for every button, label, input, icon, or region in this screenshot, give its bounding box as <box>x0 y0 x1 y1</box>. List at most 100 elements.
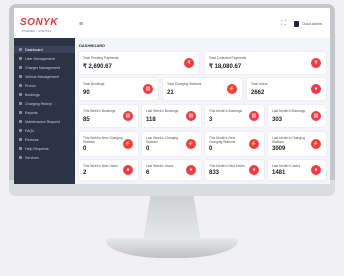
sidebar-item-label: Bookings <box>25 92 40 97</box>
charging-station-icon: ⚡ <box>123 139 133 149</box>
stat-card: Total Bookings 90 ▤ <box>79 78 158 100</box>
logo: SONYK <box>20 17 59 28</box>
stat-value: 118 <box>146 117 156 123</box>
stat-value: 0 <box>209 146 213 152</box>
stat-card: This Month's New Users 833 ● <box>205 160 264 180</box>
monitor-stand-neck <box>143 196 201 240</box>
faq-icon <box>19 129 22 132</box>
stat-label: Total Collected Payments <box>209 56 247 60</box>
users-icon: ● <box>311 165 321 175</box>
stat-label: Last Week's Users <box>146 164 174 168</box>
stat-label: Total Pending Payments <box>83 56 119 60</box>
users-icon: ● <box>186 165 196 175</box>
screen: SONYK POWER · DIGITAL ≡ ⛶ Cloud Admin Da… <box>14 8 330 184</box>
stat-value: 3009 <box>272 146 286 152</box>
sidebar-item-label: Vehicle Management <box>25 74 59 79</box>
bookings-icon: ▤ <box>143 84 153 94</box>
sidebar-item-label: FAQs <box>25 128 34 133</box>
users-icon: ● <box>249 165 259 175</box>
sidebar-item-label: Charging History <box>25 101 52 106</box>
history-icon <box>19 102 22 105</box>
stat-value: 0 <box>83 146 87 152</box>
user-avatar-icon[interactable] <box>294 21 299 27</box>
stat-label: Last Week's Bookings <box>146 109 179 113</box>
stat-card: Last Month's Bookings 303 ▤ <box>268 105 326 127</box>
bookings-icon: ▤ <box>311 111 321 121</box>
sidebar-item-dashboard[interactable]: Dashboard <box>14 46 75 53</box>
stat-label: This Week's New Users <box>83 164 118 168</box>
fullscreen-icon[interactable]: ⛶ <box>281 20 286 28</box>
users-icon <box>19 57 22 60</box>
stat-value: 2662 <box>251 90 265 96</box>
stat-value: ₹ 18,080.67 <box>209 64 242 70</box>
sidebar-item-promo[interactable]: Promo <box>14 82 75 89</box>
stat-label: Last Week's Charging Stations <box>146 136 179 144</box>
payment-icon: ₹ <box>184 58 194 68</box>
stat-label: Last Month's Bookings <box>272 109 306 113</box>
page-title: DASHBOARD <box>79 43 105 48</box>
sidebar-item-bookings[interactable]: Bookings <box>14 91 75 98</box>
stat-value: 21 <box>167 90 174 96</box>
logo-tagline: POWER · DIGITAL <box>22 29 52 33</box>
stat-card: Total Pending Payments ₹ 2,690.67 ₹ <box>79 52 199 74</box>
sidebar-item-label: Charger Management <box>25 65 60 70</box>
bookings-icon: ▤ <box>123 111 133 121</box>
services-icon <box>19 156 22 159</box>
charging-station-icon: ⚡ <box>227 84 237 94</box>
stat-card: This Month's New Charging Stations 0 ⚡ <box>205 132 264 156</box>
stat-label: Last Month's Charging Stations <box>272 136 305 144</box>
charger-icon <box>19 66 22 69</box>
payment-icon: ₹ <box>311 58 321 68</box>
sidebar-item-label: Services <box>25 155 39 160</box>
stat-value: 1481 <box>272 170 286 176</box>
sidebar-item-reviews[interactable]: Reviews <box>14 136 75 143</box>
sidebar-item-vehicle-management[interactable]: Vehicle Management <box>14 73 75 80</box>
promo-icon <box>19 84 22 87</box>
vehicle-icon <box>19 75 22 78</box>
bookings-icon: ▤ <box>186 111 196 121</box>
sidebar: Dashboard User Management Charger Manage… <box>14 38 75 184</box>
stat-label: Total Charging Stations <box>167 82 202 86</box>
sidebar-item-maintenance-request[interactable]: Maintenance Request <box>14 118 75 125</box>
stat-card: Last Week's Users 6 ● <box>142 160 201 180</box>
sidebar-item-label: Promo <box>25 83 36 88</box>
stat-card: Last Week's Bookings 118 ▤ <box>142 105 201 127</box>
stat-label: This Month's Bookings <box>209 109 243 113</box>
stat-card: This Month's Bookings 3 ▤ <box>205 105 264 127</box>
stat-value: 2 <box>83 170 87 176</box>
charging-station-icon: ⚡ <box>186 139 196 149</box>
users-icon: ● <box>311 84 321 94</box>
stat-value: 6 <box>146 170 150 176</box>
stat-card: Last Month's Charging Stations 3009 ⚡ <box>268 132 326 156</box>
stat-value: 303 <box>272 117 283 123</box>
sidebar-item-charging-history[interactable]: Charging History <box>14 100 75 107</box>
bookings-icon <box>19 93 22 96</box>
stat-value: 833 <box>209 170 220 176</box>
stat-card: Total Collected Payments ₹ 18,080.67 ₹ <box>205 52 326 74</box>
user-menu[interactable]: Cloud Admin <box>302 22 322 26</box>
bookings-icon: ▤ <box>249 111 259 121</box>
sidebar-item-reports[interactable]: Reports <box>14 109 75 116</box>
sidebar-item-charger-management[interactable]: Charger Management <box>14 64 75 71</box>
sidebar-item-user-management[interactable]: User Management <box>14 55 75 62</box>
sidebar-item-faqs[interactable]: FAQs <box>14 127 75 134</box>
stat-label: Total Bookings <box>83 82 105 86</box>
charging-station-icon: ⚡ <box>311 139 321 149</box>
stat-label: This Month's New Charging Stations <box>209 136 236 144</box>
top-bar: SONYK POWER · DIGITAL ≡ ⛶ Cloud Admin <box>14 8 330 39</box>
stat-card: Last Month's Users 1481 ● <box>268 160 326 180</box>
sidebar-item-label: Reports <box>25 110 38 115</box>
reviews-icon <box>19 138 22 141</box>
main-content: DASHBOARD Total Pending Payments ₹ 2,690… <box>75 38 330 184</box>
users-icon: ● <box>123 165 133 175</box>
sidebar-item-label: Reviews <box>25 137 39 142</box>
stat-label: Total Users <box>251 82 268 86</box>
sidebar-item-label: Help Requests <box>25 146 49 151</box>
menu-toggle-icon[interactable]: ≡ <box>79 21 83 28</box>
sidebar-item-services[interactable]: Services <box>14 154 75 161</box>
sidebar-item-help-requests[interactable]: Help Requests <box>14 145 75 152</box>
sidebar-item-label: User Management <box>25 56 55 61</box>
stat-card: Last Week's Charging Stations 0 ⚡ <box>142 132 201 156</box>
stat-value: 85 <box>83 117 90 123</box>
monitor-stand-base <box>106 238 238 258</box>
